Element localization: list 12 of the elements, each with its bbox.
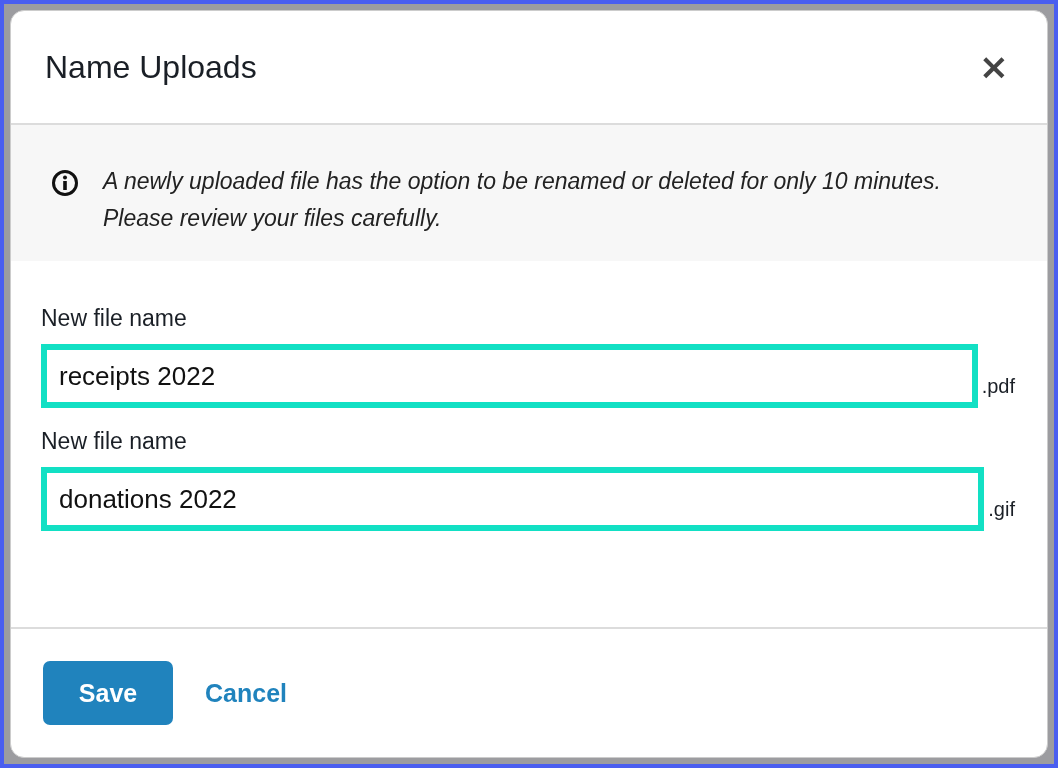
field-label: New file name (41, 428, 188, 455)
info-icon (51, 169, 79, 197)
file-name-input[interactable]: donations 2022 (41, 467, 985, 531)
close-button[interactable]: × (974, 49, 1013, 85)
cancel-button[interactable]: Cancel (205, 678, 287, 708)
field-label: New file name (41, 305, 188, 332)
notice-text: A newly uploaded file has the option to be renamed or deleted for only 10 minutes. Please review your files carefully. (103, 167, 942, 233)
dialog-title: Name Uploads (45, 48, 257, 86)
file-extension: .pdf (981, 375, 1015, 399)
file-extension: .gif (988, 498, 1015, 522)
save-button[interactable]: Save (43, 661, 173, 725)
file-name-input[interactable]: receipts 2022 (41, 344, 978, 408)
